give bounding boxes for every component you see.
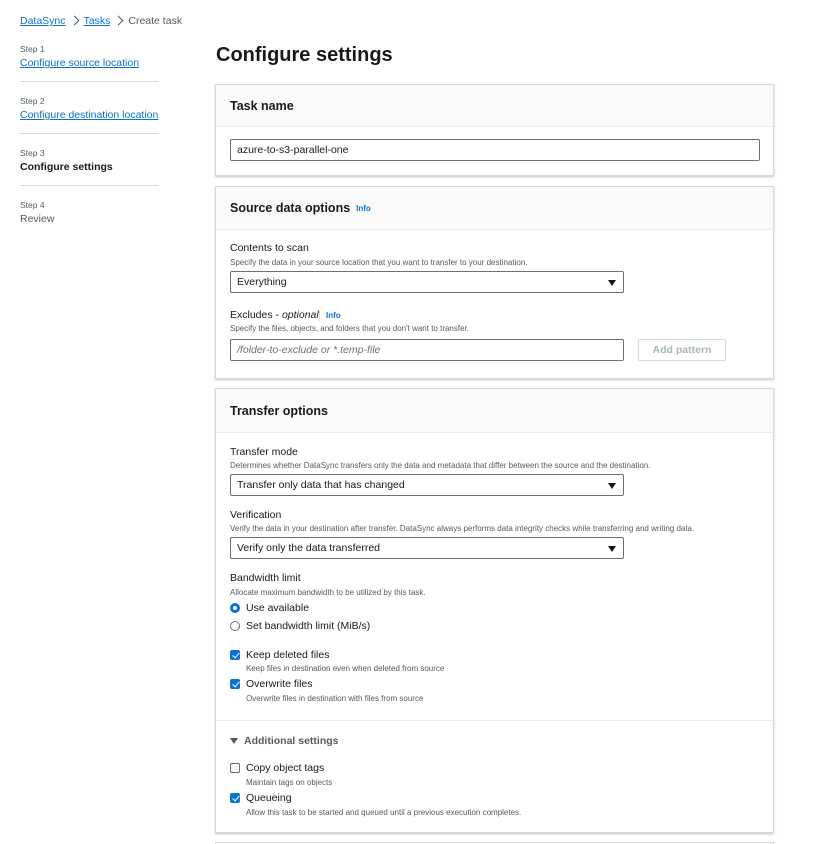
copy-tags-desc: Maintain tags on objects — [246, 778, 333, 787]
caret-down-icon — [608, 483, 616, 489]
caret-down-icon — [230, 738, 238, 744]
excludes-label: Excludes - optional — [230, 309, 319, 321]
step-review: Review — [20, 213, 55, 225]
radio-use-available[interactable]: Use available — [230, 602, 309, 614]
add-pattern-button[interactable]: Add pattern — [638, 339, 726, 361]
contents-value: Everything — [237, 276, 287, 288]
checkbox-unchecked-icon[interactable] — [230, 763, 240, 773]
checkbox-label: Overwrite files — [246, 678, 313, 690]
transfer-mode-value: Transfer only data that has changed — [237, 479, 405, 491]
step-number: Step 3 — [20, 148, 45, 158]
breadcrumb-datasync[interactable]: DataSync — [20, 15, 66, 27]
verification-label: Verification — [230, 509, 282, 521]
checkbox-checked-icon[interactable] — [230, 679, 240, 689]
checkbox-overwrite[interactable]: Overwrite files — [230, 678, 313, 690]
transfer-mode-desc: Determines whether DataSync transfers on… — [230, 461, 651, 470]
panel-title: Source data options — [230, 201, 351, 215]
verification-value: Verify only the data transferred — [237, 542, 380, 554]
excludes-placeholder: /folder-to-exclude or *.temp-file — [237, 344, 381, 356]
keep-deleted-desc: Keep files in destination even when dele… — [246, 664, 445, 673]
step-link-source[interactable]: Configure source location — [20, 57, 139, 69]
verification-select[interactable]: Verify only the data transferred — [230, 537, 624, 559]
step-link-destination[interactable]: Configure destination location — [20, 109, 158, 121]
divider — [216, 720, 773, 721]
transfer-mode-label: Transfer mode — [230, 446, 298, 458]
transfer-options-panel: Transfer options Transfer mode Determine… — [215, 388, 774, 833]
task-name-value: azure-to-s3-parallel-one — [237, 144, 349, 156]
checkbox-queueing[interactable]: Queueing — [230, 792, 292, 804]
breadcrumb-current: Create task — [128, 15, 183, 27]
checkbox-checked-icon[interactable] — [230, 650, 240, 660]
wizard-steps: Step 1 Configure source location Step 2 … — [20, 44, 159, 251]
excludes-desc: Specify the files, objects, and folders … — [230, 324, 469, 333]
excludes-label-text: Excludes - — [230, 309, 282, 321]
page-title: Configure settings — [216, 44, 393, 66]
contents-desc: Specify the data in your source location… — [230, 258, 528, 267]
panel-header: Source data options Info — [216, 187, 773, 230]
chevron-right-icon — [66, 15, 84, 27]
checkbox-label: Queueing — [246, 792, 292, 804]
bandwidth-label: Bandwidth limit — [230, 572, 301, 584]
excludes-input[interactable]: /folder-to-exclude or *.temp-file — [230, 339, 624, 361]
info-link[interactable]: Info — [356, 204, 371, 213]
additional-settings-toggle[interactable]: Additional settings — [230, 735, 339, 747]
transfer-mode-select[interactable]: Transfer only data that has changed — [230, 474, 624, 496]
panel-title: Task name — [230, 98, 294, 113]
info-link[interactable]: Info — [326, 311, 341, 320]
additional-settings-label: Additional settings — [244, 735, 339, 747]
radio-label: Use available — [246, 602, 310, 614]
step-4: Step 4 Review — [20, 200, 159, 237]
radio-label: Set bandwidth limit (MiB/s) — [246, 620, 371, 632]
checkbox-keep-deleted[interactable]: Keep deleted files — [230, 649, 329, 661]
step-3: Step 3 Configure settings — [20, 148, 159, 186]
caret-down-icon — [608, 280, 616, 286]
step-number: Step 2 — [20, 96, 45, 106]
step-current-settings: Configure settings — [20, 161, 113, 173]
step-1: Step 1 Configure source location — [20, 44, 159, 82]
radio-selected-icon[interactable] — [230, 603, 240, 613]
optional-text: optional — [281, 309, 319, 321]
overwrite-desc: Overwrite files in destination with file… — [246, 694, 424, 703]
step-2: Step 2 Configure destination location — [20, 96, 159, 134]
contents-label: Contents to scan — [230, 242, 309, 254]
caret-down-icon — [608, 546, 616, 552]
radio-set-bandwidth-limit[interactable]: Set bandwidth limit (MiB/s) — [230, 620, 370, 632]
panel-title: Transfer options — [230, 403, 328, 418]
verification-desc: Verify the data in your destination afte… — [230, 524, 695, 533]
checkbox-copy-object-tags[interactable]: Copy object tags — [230, 762, 324, 774]
bandwidth-desc: Allocate maximum bandwidth to be utilize… — [230, 588, 426, 597]
source-data-options-panel: Source data options Info Contents to sca… — [215, 186, 774, 379]
step-number: Step 1 — [20, 44, 45, 54]
step-number: Step 4 — [20, 200, 45, 210]
panel-header: Transfer options — [216, 389, 773, 433]
chevron-right-icon — [110, 15, 128, 27]
panel-header: Task name — [216, 85, 773, 127]
queueing-desc: Allow this task to be started and queued… — [246, 808, 522, 817]
checkbox-checked-icon[interactable] — [230, 793, 240, 803]
checkbox-label: Copy object tags — [246, 762, 325, 774]
checkbox-label: Keep deleted files — [246, 649, 330, 661]
divider — [319, 311, 320, 321]
task-name-input[interactable]: azure-to-s3-parallel-one — [230, 139, 760, 161]
task-name-panel: Task name azure-to-s3-parallel-one — [215, 84, 774, 176]
breadcrumb: DataSync Tasks Create task — [20, 15, 182, 27]
contents-select[interactable]: Everything — [230, 271, 624, 293]
radio-unselected-icon[interactable] — [230, 621, 240, 631]
breadcrumb-tasks[interactable]: Tasks — [84, 15, 111, 27]
